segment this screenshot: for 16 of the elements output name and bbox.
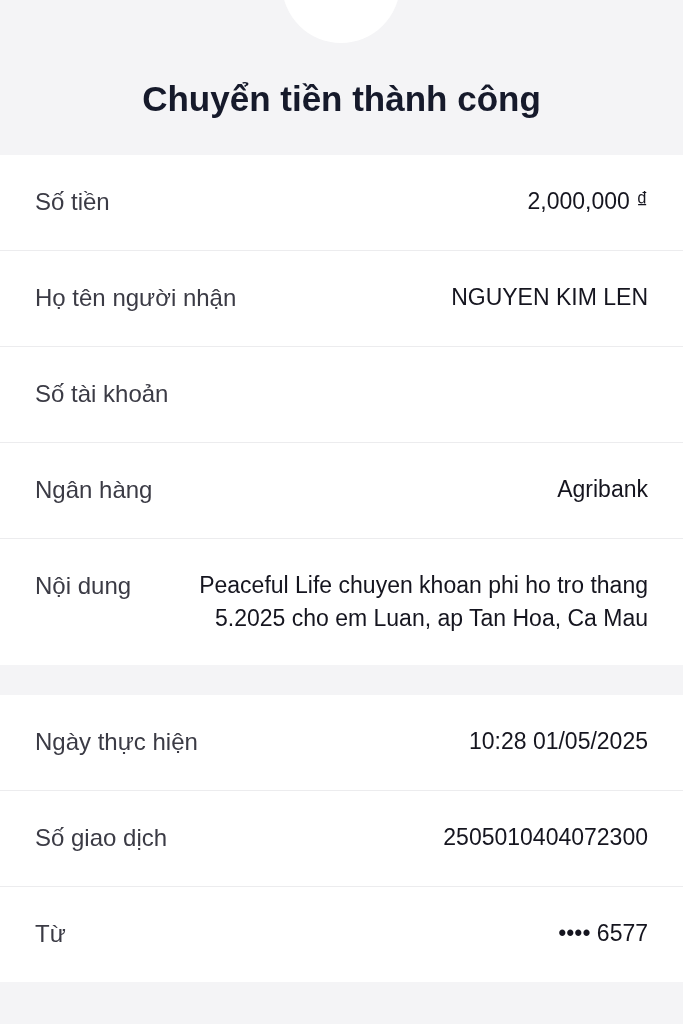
page-title: Chuyển tiền thành công xyxy=(142,79,541,120)
field-value: 10:28 01/05/2025 xyxy=(468,727,648,756)
field-label: Số tài khoản xyxy=(35,379,169,409)
field-label: Số tiền xyxy=(35,187,110,217)
field-label: Số giao dịch xyxy=(35,823,168,853)
field-value: •••• 6577 xyxy=(558,919,648,948)
field-label: Từ xyxy=(35,919,66,949)
field-value: Agribank xyxy=(557,475,648,504)
field-value: Peaceful Life chuyen khoan phi ho tro thang 5.2025 cho em Luan, ap Tan Hoa, Ca Mau xyxy=(198,571,648,633)
field-value: 2505010404072300 xyxy=(443,823,648,852)
field-value: 2,000,000 ₫ xyxy=(527,187,648,216)
field-label: Ngày thực hiện xyxy=(35,727,198,757)
field-value: NGUYEN KIM LEN xyxy=(451,283,648,312)
field-label: Nội dung xyxy=(35,571,132,601)
field-label: Họ tên người nhận xyxy=(35,283,237,313)
field-label: Ngân hàng xyxy=(35,475,153,505)
